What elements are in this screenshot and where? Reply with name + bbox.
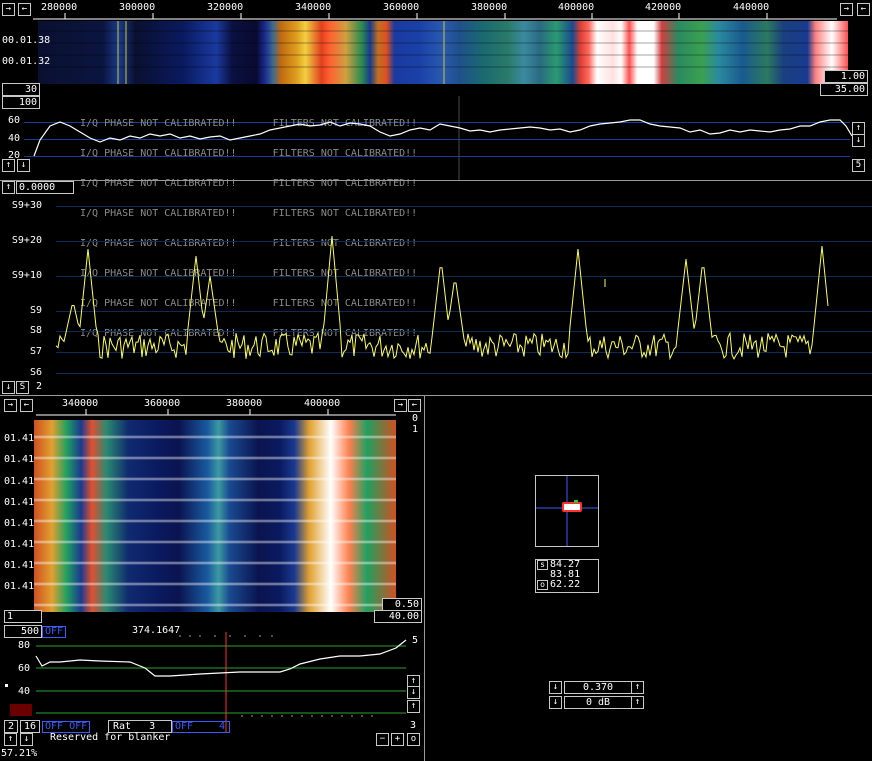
bb-dots <box>241 715 373 717</box>
hires-spectrum-trace[interactable] <box>0 181 872 395</box>
meter-o-button[interactable]: o <box>537 580 548 590</box>
bb-wf-right-top: 0 <box>412 413 419 424</box>
hires-bottom-value: 2 <box>36 381 43 392</box>
bb-wf-left-arrow[interactable]: → <box>4 399 17 412</box>
bb-off-a-value: 4 <box>219 721 226 732</box>
main-wf-freq-scale: 280000 300000 320000 340000 360000 38000… <box>33 2 837 20</box>
bb-wf-time-label: 01.41 <box>4 497 35 508</box>
bb-btn-2[interactable]: 2 <box>4 720 18 733</box>
avg-right-value[interactable]: 5 <box>852 159 865 172</box>
bb-wf-bottom-left[interactable]: 1 <box>4 610 42 623</box>
gain-value[interactable]: 0.370 <box>564 681 632 694</box>
meter-panel: s 84.27 83.81 o 62.22 <box>535 475 599 593</box>
main-waterfall-image[interactable] <box>38 21 848 84</box>
bb-down-button[interactable]: ↓ <box>407 686 420 699</box>
meter-readout: s 84.27 83.81 o 62.22 <box>535 559 599 593</box>
bb-y-label: 40 <box>17 686 30 697</box>
bb-rat-label: Rat <box>113 721 132 732</box>
main-wf-right-arrow-2[interactable]: ← <box>857 3 870 16</box>
gain-control: ↓ 0.370 ↑ ↓ 0 dB ↑ <box>549 681 645 711</box>
hires-spectrum-panel: ↑ 0.0000 S9+30 S9+20 S9+10 S9 S8 S7 S6 ↓… <box>0 181 872 395</box>
bb-y-label: 80 <box>17 640 30 651</box>
bb-wf-right-arrow-2[interactable]: ← <box>408 399 421 412</box>
cpu-load: 57.21% <box>1 748 38 759</box>
avg-spectrum-panel: 100 60 40 20 I/Q PHASE NOT CALIBRATED!! … <box>0 96 872 339</box>
bb-freq-scale: 340000 360000 380000 400000 <box>36 398 396 416</box>
main-wf-contrast-value[interactable]: 35.00 <box>820 83 868 96</box>
bb-right-bottom: 3 <box>410 720 417 731</box>
bb-up-button-2[interactable]: ↑ <box>407 700 420 713</box>
main-wf-right-arrow[interactable]: → <box>840 3 853 16</box>
bb-wf-time-label: 01.41 <box>4 518 35 529</box>
main-wf-gain-value[interactable]: 1.00 <box>824 70 868 83</box>
bb-wf-time-label: 01.41 <box>4 433 35 444</box>
bb-wf-time-label: 01.41 <box>4 454 35 465</box>
bb-wf-time-label: 01.41 <box>4 581 35 592</box>
db-value[interactable]: 0 dB <box>564 696 632 709</box>
bb-plus-button[interactable]: + <box>391 733 404 746</box>
gain-down-button[interactable]: ↓ <box>549 681 562 694</box>
bb-off-a-label: OFF <box>175 721 194 732</box>
baseband-waterfall-panel: → ← 340000 360000 380000 400000 → ← 0 1 … <box>0 396 424 623</box>
baseband-spectrum-panel: 500 OFF 374.1647 5 80 60 40 ↑ ↓ ↑ 2 16 O… <box>0 624 424 761</box>
main-wf-left-value[interactable]: 30 <box>2 83 40 96</box>
bb-wf-left-arrow-2[interactable]: ← <box>20 399 33 412</box>
avg-left-up-button[interactable]: ↑ <box>2 159 15 172</box>
freq-scale-ticks <box>33 13 837 20</box>
main-wf-time-label: 00.01.32 <box>2 56 51 67</box>
avg-spectrum-trace <box>33 96 853 180</box>
bb-o-button[interactable]: o <box>407 733 420 746</box>
bb-btn-16[interactable]: 16 <box>20 720 40 733</box>
meter-s-button[interactable]: s <box>537 560 548 570</box>
constellation-display[interactable] <box>535 475 599 547</box>
bb-wf-contrast-value[interactable]: 40.00 <box>374 610 422 623</box>
bb-marker-dot <box>5 684 8 687</box>
main-wf-left-arrow[interactable]: → <box>2 3 15 16</box>
bb-rat-value: 3 <box>149 721 156 732</box>
avg-left-down-button[interactable]: ↓ <box>17 159 30 172</box>
bb-wf-right-arrow[interactable]: → <box>394 399 407 412</box>
main-wf-left-arrow-2[interactable]: ← <box>18 3 31 16</box>
main-waterfall-frame: → ← 280000 300000 320000 340000 360000 3… <box>0 0 872 97</box>
bb-wf-time-label: 01.41 <box>4 560 35 571</box>
hires-s-button[interactable]: S <box>16 381 29 394</box>
bb-blanker-indicator <box>10 704 32 716</box>
meter-value: 62.22 <box>550 579 581 590</box>
gain-up-button[interactable]: ↑ <box>631 681 644 694</box>
db-up-button[interactable]: ↑ <box>631 696 644 709</box>
bb-minus-button[interactable]: − <box>376 733 389 746</box>
bb-status-text: Reserved for blanker <box>50 732 171 743</box>
db-down-button[interactable]: ↓ <box>549 696 562 709</box>
bb-y-label: 60 <box>17 663 30 674</box>
bb-row-up[interactable]: ↑ <box>4 733 17 746</box>
main-wf-time-label: 00.01.38 <box>2 35 51 46</box>
hires-down-button[interactable]: ↓ <box>2 381 15 394</box>
baseband-waterfall-image[interactable] <box>34 420 396 612</box>
bb-wf-right-top: 1 <box>412 424 419 435</box>
avg-down-button[interactable]: ↓ <box>852 134 865 147</box>
bb-wf-time-label: 01.41 <box>4 539 35 550</box>
panel-divider-vertical <box>424 395 425 761</box>
bb-row-down[interactable]: ↓ <box>20 733 33 746</box>
bb-wf-time-label: 01.41 <box>4 476 35 487</box>
bb-off-a[interactable]: OFF 4 <box>172 721 230 733</box>
